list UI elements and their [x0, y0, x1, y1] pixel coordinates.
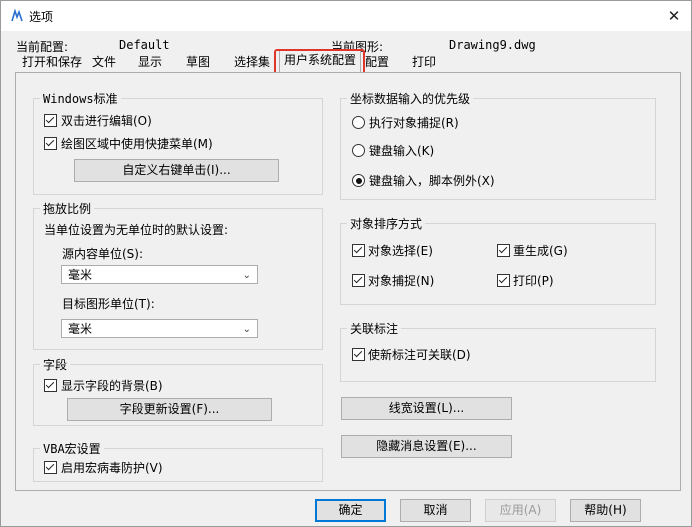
lineweight-settings-button[interactable]: 线宽设置(L)...	[341, 397, 512, 420]
source-units-label: 源内容单位(S):	[62, 247, 144, 261]
options-dialog: 选项 ✕ 当前配置: Default 当前图形: Drawing9.dwg 打开…	[0, 0, 692, 527]
windows-standard-group: Windows标准 双击进行编辑(O) 绘图区域中使用快捷菜单(M) 自定义右键…	[33, 90, 323, 195]
app-icon	[11, 9, 23, 22]
tab-selection[interactable]: 选择集	[232, 53, 272, 71]
source-units-select[interactable]: 毫米 ⌄	[61, 265, 258, 284]
group-title: 字段	[40, 356, 71, 373]
tab-open-save[interactable]: 打开和保存	[19, 53, 85, 71]
shortcut-menu-checkbox[interactable]	[44, 137, 57, 150]
tab-files[interactable]: 文件	[89, 53, 119, 71]
apply-button[interactable]: 应用(A)	[485, 499, 556, 522]
default-units-desc: 当单位设置为无单位时的默认设置:	[44, 223, 229, 237]
tab-drafting[interactable]: 草图	[183, 53, 213, 71]
target-units-label: 目标图形单位(T):	[62, 297, 155, 311]
current-drawing-value: Drawing9.dwg	[449, 38, 536, 52]
assoc-dim-checkbox[interactable]	[352, 348, 365, 361]
source-units-value: 毫米	[68, 268, 93, 282]
target-units-value: 毫米	[68, 322, 93, 336]
tab-profiles[interactable]: 配置	[362, 53, 392, 71]
field-update-button[interactable]: 字段更新设置(F)...	[67, 398, 272, 421]
assoc-dim-label: 使新标注可关联(D)	[368, 348, 471, 362]
tab-display[interactable]: 显示	[135, 53, 165, 71]
keyboard-except-scripts-label: 键盘输入，脚本例外(X)	[369, 174, 495, 188]
vba-group: VBA宏设置 启用宏病毒防护(V)	[33, 440, 323, 482]
object-snap-label: 对象捕捉(N)	[368, 274, 435, 288]
dblclick-edit-checkbox[interactable]	[44, 114, 57, 127]
tab-plot[interactable]: 打印	[409, 53, 439, 71]
group-title: 关联标注	[347, 320, 402, 337]
macro-virus-label: 启用宏病毒防护(V)	[61, 461, 163, 475]
group-title: VBA宏设置	[40, 440, 104, 457]
osnap-radio[interactable]	[352, 116, 365, 129]
chevron-down-icon: ⌄	[242, 324, 251, 335]
tab-page: Windows标准 双击进行编辑(O) 绘图区域中使用快捷菜单(M) 自定义右键…	[15, 72, 681, 491]
hidden-messages-button[interactable]: 隐藏消息设置(E)...	[341, 435, 512, 458]
group-title: 拖放比例	[40, 200, 95, 217]
title-bar: 选项 ✕	[1, 1, 691, 31]
object-selection-checkbox[interactable]	[352, 244, 365, 257]
shortcut-menu-label: 绘图区域中使用快捷菜单(M)	[61, 137, 213, 151]
cancel-button[interactable]: 取消	[400, 499, 471, 522]
plot-checkbox[interactable]	[497, 274, 510, 287]
right-click-customize-button[interactable]: 自定义右键单击(I)...	[74, 159, 279, 182]
chevron-down-icon: ⌄	[242, 270, 251, 281]
group-title: Windows标准	[40, 90, 121, 107]
object-selection-label: 对象选择(E)	[368, 244, 433, 258]
regen-label: 重生成(G)	[513, 244, 568, 258]
help-button[interactable]: 帮助(H)	[570, 499, 641, 522]
group-title: 对象排序方式	[347, 215, 426, 232]
object-sort-group: 对象排序方式 对象选择(E) 重生成(G) 对象捕捉(N) 打印(P)	[340, 215, 656, 305]
plot-label: 打印(P)	[513, 274, 554, 288]
macro-virus-checkbox[interactable]	[44, 461, 57, 474]
field-background-label: 显示字段的背景(B)	[61, 379, 163, 393]
osnap-label: 执行对象捕捉(R)	[369, 116, 459, 130]
coord-priority-group: 坐标数据输入的优先级 执行对象捕捉(R) 键盘输入(K) 键盘输入，脚本例外(X…	[340, 90, 656, 200]
target-units-select[interactable]: 毫米 ⌄	[61, 319, 258, 338]
fields-group: 字段 显示字段的背景(B) 字段更新设置(F)...	[33, 356, 323, 426]
assoc-dim-group: 关联标注 使新标注可关联(D)	[340, 320, 656, 382]
current-config-value: Default	[119, 38, 170, 52]
close-button[interactable]: ✕	[661, 4, 687, 28]
keyboard-except-scripts-radio[interactable]	[352, 174, 365, 187]
ok-button[interactable]: 确定	[315, 499, 386, 522]
regen-checkbox[interactable]	[497, 244, 510, 257]
window-title: 选项	[29, 10, 54, 24]
group-title: 坐标数据输入的优先级	[347, 90, 474, 107]
object-snap-checkbox[interactable]	[352, 274, 365, 287]
insert-scale-group: 拖放比例 当单位设置为无单位时的默认设置: 源内容单位(S): 毫米 ⌄ 目标图…	[33, 200, 323, 350]
dblclick-edit-label: 双击进行编辑(O)	[61, 114, 152, 128]
keyboard-radio[interactable]	[352, 144, 365, 157]
field-background-checkbox[interactable]	[44, 379, 57, 392]
keyboard-label: 键盘输入(K)	[369, 144, 435, 158]
